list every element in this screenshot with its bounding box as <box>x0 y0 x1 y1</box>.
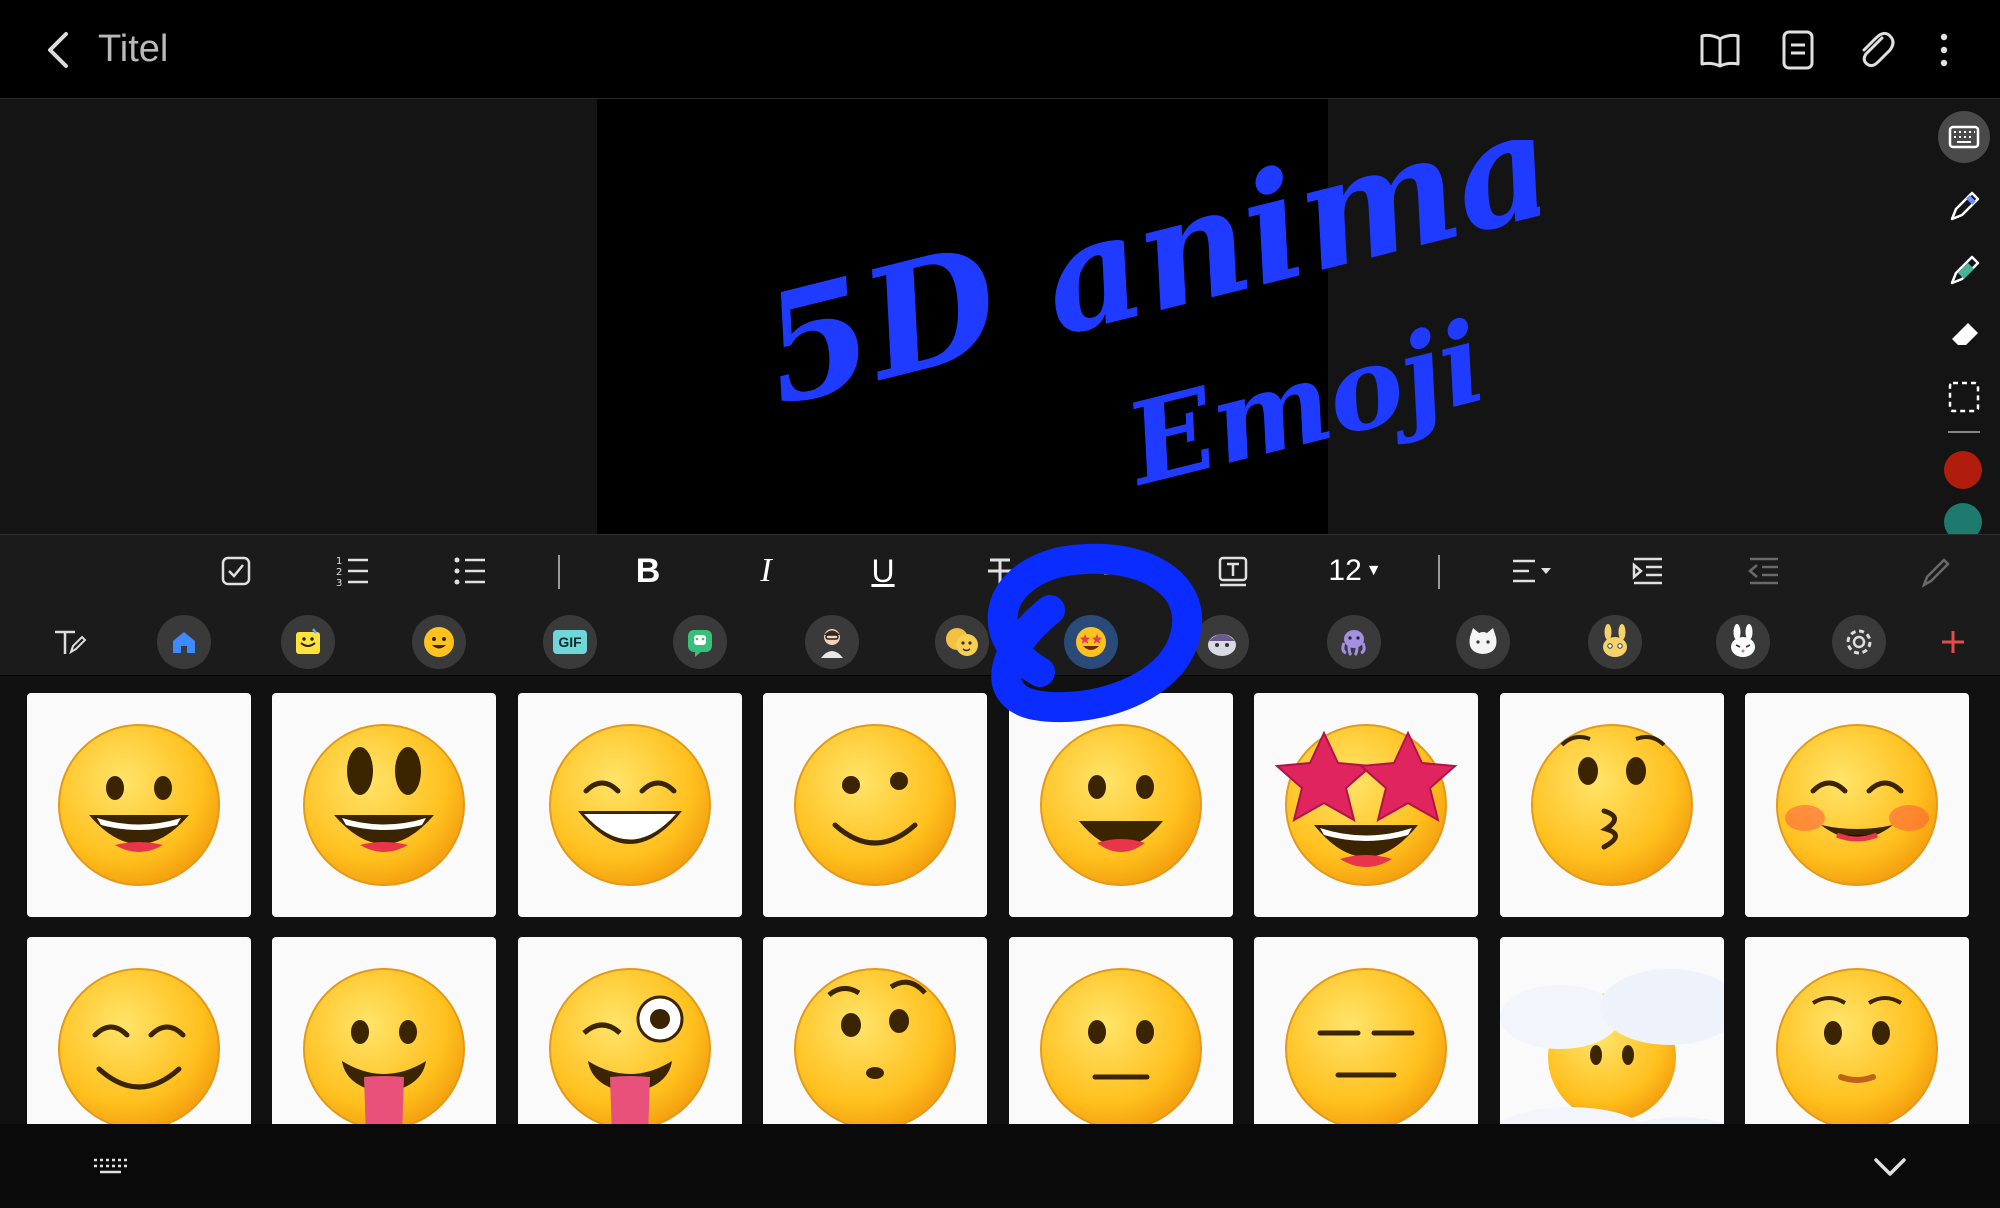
toolbar-divider <box>1948 431 1980 433</box>
emoji-tile-face-raised-eyebrow[interactable] <box>763 937 987 1124</box>
emoji-tile-slightly-smiling-face[interactable] <box>763 693 987 917</box>
pen-icon[interactable] <box>1938 179 1990 231</box>
page-layout-icon[interactable] <box>1774 26 1822 74</box>
toolbar-separator <box>558 555 560 589</box>
highlighter-icon[interactable] <box>1938 243 1990 295</box>
text-box-icon[interactable] <box>1207 545 1259 597</box>
text-color-icon[interactable] <box>1090 545 1142 597</box>
font-size-value: 12 <box>1328 554 1362 587</box>
expressionless-face-icon <box>1285 968 1447 1124</box>
emoji-tile-winking-face-tongue[interactable] <box>518 937 742 1124</box>
face-with-tongue-icon <box>303 968 465 1124</box>
align-dropdown-icon[interactable] <box>1506 545 1558 597</box>
smiling-face-blushing-icon <box>1776 724 1938 886</box>
handwriting-mode-icon[interactable] <box>42 615 96 669</box>
emoji-tile-face-with-tongue[interactable] <box>272 937 496 1124</box>
chevron-down-icon: ▼ <box>1365 562 1382 579</box>
octopus-sticker-icon[interactable] <box>1327 615 1381 669</box>
avatar-icon[interactable] <box>805 615 859 669</box>
kissing-face-icon <box>1531 724 1693 886</box>
settings-icon[interactable] <box>1832 615 1886 669</box>
attachment-icon[interactable] <box>1852 26 1900 74</box>
gif-icon[interactable]: GIF <box>543 615 597 669</box>
back-arrow-icon[interactable] <box>36 26 84 74</box>
italic-button[interactable]: I <box>740 545 792 597</box>
grinning-face-big-eyes-icon <box>303 724 465 886</box>
emoji-grid <box>0 676 2000 1124</box>
cat-sticker-icon[interactable] <box>1456 615 1510 669</box>
neutral-face-icon <box>1040 968 1202 1124</box>
eraser-icon[interactable] <box>1938 307 1990 359</box>
emoji-tile-smiling-face[interactable] <box>1009 693 1233 917</box>
strikethrough-icon[interactable] <box>974 545 1026 597</box>
hamster-sticker-icon[interactable] <box>1195 615 1249 669</box>
rabbit-sticker-icon[interactable] <box>1716 615 1770 669</box>
face-in-clouds-icon <box>1500 969 1724 1124</box>
format-toolbar: 123 B I U 12 ▼ <box>0 534 2000 608</box>
smiling-face-icon <box>1040 724 1202 886</box>
grinning-face-icon <box>58 724 220 886</box>
emoji-tile-beaming-face[interactable] <box>518 693 742 917</box>
more-options-icon[interactable] <box>1920 26 1968 74</box>
underline-button[interactable]: U <box>857 545 909 597</box>
emoji-tile-expressionless-face[interactable] <box>1254 937 1478 1124</box>
bitmoji-icon[interactable] <box>673 615 727 669</box>
svg-text:3: 3 <box>336 578 342 589</box>
keyboard-toggle-icon[interactable] <box>88 1144 134 1190</box>
checkbox-list-icon[interactable] <box>210 545 262 597</box>
keyboard-category-bar: GIF <box>0 607 2000 675</box>
hide-keyboard-chevron-icon[interactable] <box>1866 1142 1914 1190</box>
star-struck-icon <box>1274 724 1458 886</box>
emoji-tile-neutral-face[interactable] <box>1009 937 1233 1124</box>
emoji-tile-star-struck[interactable] <box>1254 693 1478 917</box>
book-view-icon[interactable] <box>1696 26 1744 74</box>
keyboard-icon[interactable] <box>1938 111 1990 163</box>
winking-face-tongue-icon <box>549 968 711 1124</box>
emoji-icon[interactable] <box>412 615 466 669</box>
svg-text:2: 2 <box>336 567 342 578</box>
handwriting-canvas: 5D animated Emoji <box>746 140 1540 510</box>
home-icon[interactable] <box>157 615 211 669</box>
bunny-sticker-icon[interactable] <box>1588 615 1642 669</box>
emoji-tile-face-slight-smile[interactable] <box>1745 937 1969 1124</box>
emoji-tile-smiling-face-blushing[interactable] <box>1745 693 1969 917</box>
emoji-stickers-icon[interactable] <box>935 615 989 669</box>
bullet-list-icon[interactable] <box>444 545 496 597</box>
gif-label: GIF <box>553 630 587 654</box>
add-icon[interactable] <box>1926 615 1980 669</box>
font-size-dropdown[interactable]: 12 ▼ <box>1320 545 1390 597</box>
emoji-tile-grinning-face-big-eyes[interactable] <box>272 693 496 917</box>
slightly-smiling-face-icon <box>794 724 956 886</box>
emoji-tile-face-in-clouds[interactable] <box>1500 937 1724 1124</box>
outdent-icon[interactable] <box>1738 545 1790 597</box>
selection-icon[interactable] <box>1938 371 1990 423</box>
svg-text:1: 1 <box>336 556 342 567</box>
face-slight-smile-icon <box>1776 968 1938 1124</box>
bold-button[interactable]: B <box>622 545 674 597</box>
face-raised-eyebrow-icon <box>794 968 956 1124</box>
indent-icon[interactable] <box>1622 545 1674 597</box>
numbered-list-icon[interactable]: 123 <box>327 545 379 597</box>
animated-emoji-icon[interactable] <box>1064 615 1118 669</box>
toolbar-separator <box>1438 555 1440 589</box>
emoji-tile-kissing-face[interactable] <box>1500 693 1724 917</box>
color-swatch-red[interactable] <box>1944 451 1982 489</box>
sticker-icon[interactable] <box>281 615 335 669</box>
top-bar: Titel <box>0 0 2000 99</box>
emoji-tile-relieved-face[interactable] <box>27 937 251 1124</box>
note-title[interactable]: Titel <box>98 26 168 72</box>
beaming-face-icon <box>549 724 711 886</box>
emoji-tile-grinning-face[interactable] <box>27 693 251 917</box>
bottom-navigation-bar <box>0 1124 2000 1208</box>
pen-toolbar <box>1928 99 2000 541</box>
pen-mode-icon[interactable] <box>1910 545 1962 597</box>
relieved-face-icon <box>58 968 220 1124</box>
